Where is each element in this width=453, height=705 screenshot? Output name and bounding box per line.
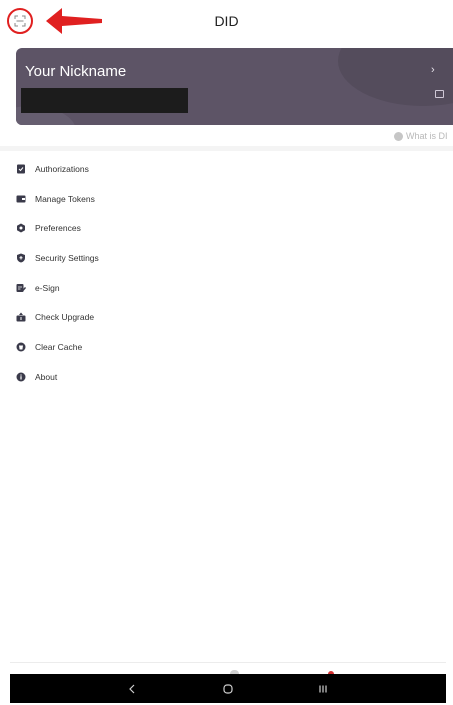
what-is-did-label: What is DI <box>406 131 448 141</box>
did-address-redacted <box>21 88 188 113</box>
settings-menu: Authorizations Manage Tokens Preferences… <box>0 154 453 392</box>
upgrade-icon <box>16 312 26 322</box>
nickname: Your Nickname <box>25 63 127 80</box>
esign-icon <box>16 283 26 292</box>
menu-item-manage-tokens[interactable]: Manage Tokens <box>0 184 453 214</box>
menu-item-preferences[interactable]: Preferences <box>0 213 453 243</box>
menu-item-e-sign[interactable]: e-Sign <box>0 273 453 303</box>
shield-icon <box>17 253 25 263</box>
recents-button[interactable] <box>308 674 338 703</box>
question-circle-icon <box>394 131 403 141</box>
system-navigation-bar <box>10 674 446 703</box>
menu-label: Security Settings <box>35 252 99 263</box>
preferences-icon <box>17 223 25 233</box>
menu-item-authorizations[interactable]: Authorizations <box>0 154 453 184</box>
menu-item-clear-cache[interactable]: Clear Cache <box>0 332 453 362</box>
wallet-icon <box>16 195 26 203</box>
home-button[interactable] <box>213 674 243 703</box>
back-icon <box>129 684 135 693</box>
menu-label: e-Sign <box>35 282 60 293</box>
authorization-icon <box>17 164 25 174</box>
menu-label: Preferences <box>35 223 81 234</box>
menu-label: Manage Tokens <box>35 193 95 204</box>
profile-card[interactable]: Your Nickname › <box>16 48 453 125</box>
top-bar: DID <box>0 0 453 44</box>
copy-icon[interactable] <box>435 90 444 98</box>
divider <box>0 146 453 151</box>
back-button[interactable] <box>117 674 147 703</box>
menu-item-about[interactable]: About <box>0 362 453 392</box>
menu-item-check-upgrade[interactable]: Check Upgrade <box>0 302 453 332</box>
tab-bar-divider <box>10 662 446 663</box>
menu-item-security-settings[interactable]: Security Settings <box>0 243 453 273</box>
menu-label: Check Upgrade <box>35 312 95 323</box>
recents-icon <box>319 685 327 692</box>
page-title: DID <box>214 13 239 29</box>
menu-label: About <box>35 371 58 382</box>
info-icon <box>16 372 26 382</box>
what-is-did-link[interactable]: What is DI <box>394 131 448 141</box>
chevron-right-icon[interactable]: › <box>431 64 435 76</box>
menu-label: Clear Cache <box>35 341 83 352</box>
home-icon <box>223 683 233 694</box>
clear-cache-icon <box>16 342 26 352</box>
menu-label: Authorizations <box>35 163 89 174</box>
